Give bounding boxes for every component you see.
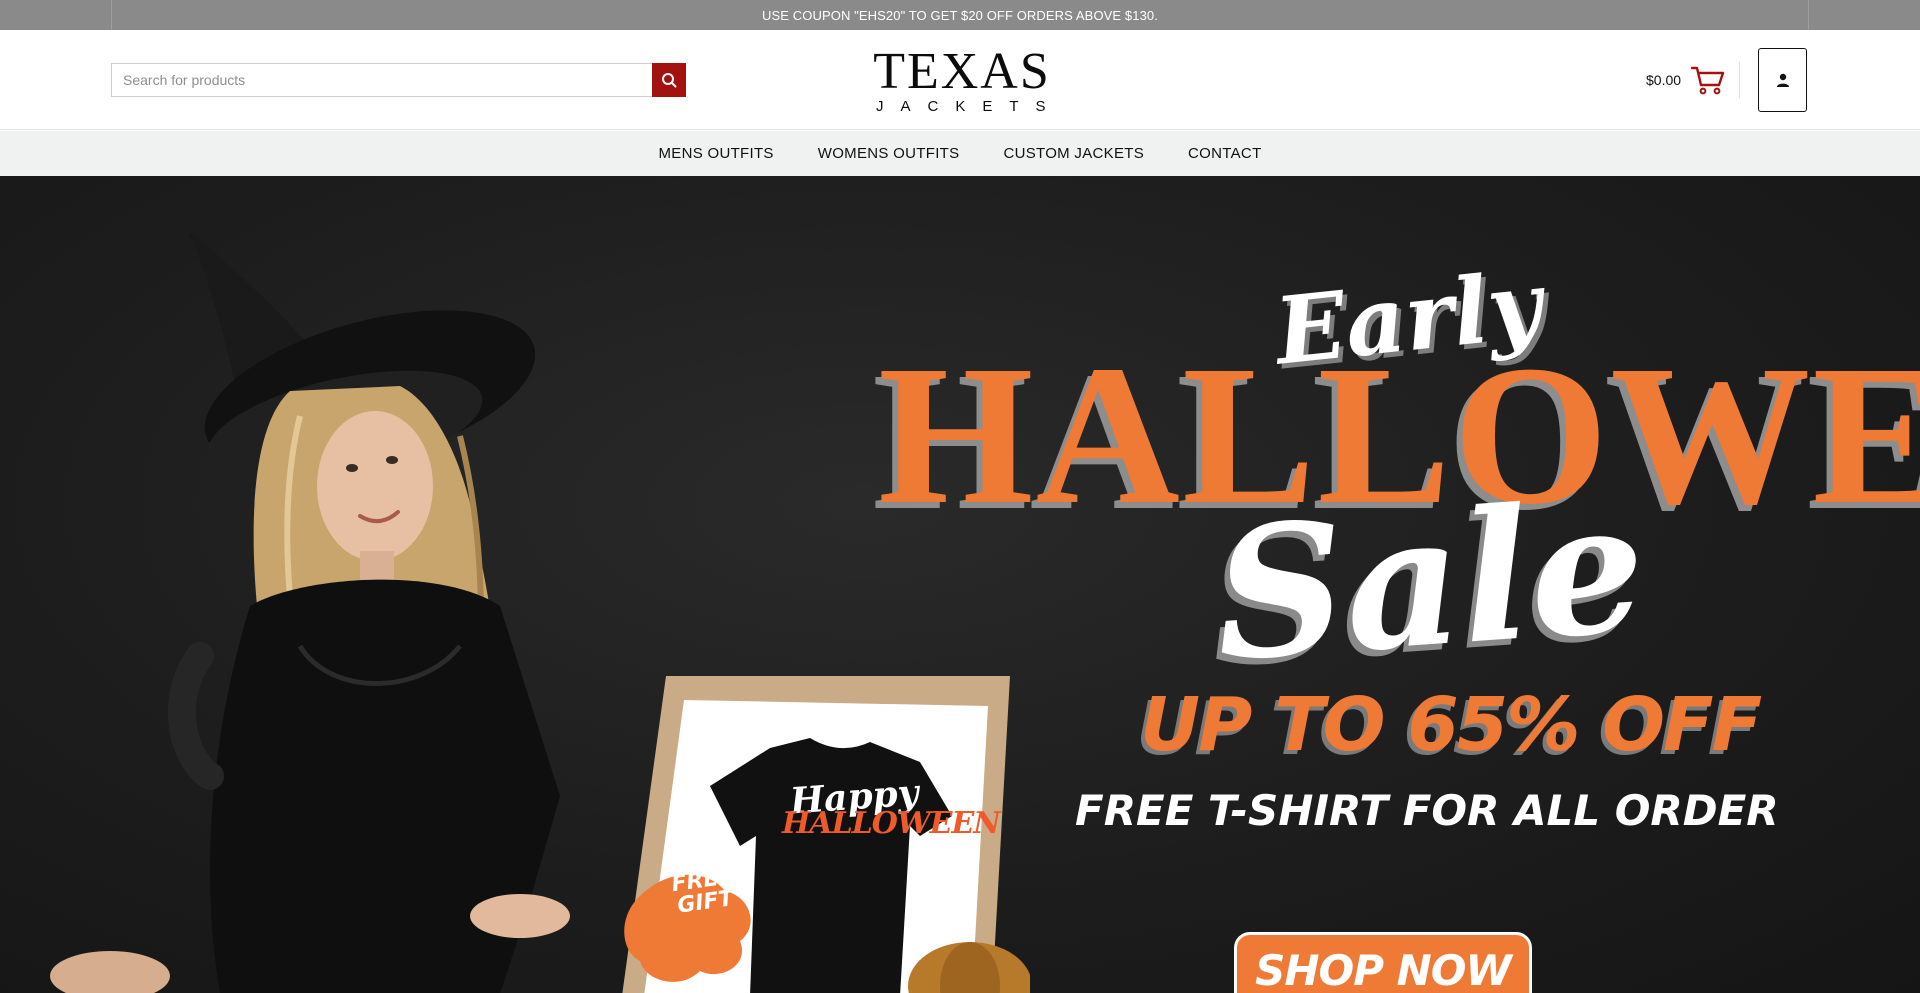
logo-title: TEXAS [873, 43, 1051, 100]
main-nav: MENS OUTFITS WOMENS OUTFITS CUSTOM JACKE… [0, 131, 1920, 176]
nav-item-mens-outfits[interactable]: MENS OUTFITS [658, 145, 773, 162]
cart-icon [1691, 66, 1725, 95]
coupon-bar-inner: USE COUPON "EHS20" TO GET $20 OFF ORDERS… [111, 0, 1809, 30]
hero-discount-text: UP TO 65% OFF [1140, 682, 1762, 768]
account-button[interactable] [1758, 48, 1807, 112]
logo-subtitle: JACKETS [876, 98, 1063, 115]
witch-girl-image [50, 228, 570, 993]
search-button[interactable] [652, 63, 686, 97]
search-input[interactable] [111, 63, 652, 97]
nav-item-custom-jackets[interactable]: CUSTOM JACKETS [1003, 145, 1144, 162]
cart-total: $0.00 [1646, 72, 1682, 88]
search-form [111, 63, 686, 97]
nav-item-contact[interactable]: CONTACT [1188, 145, 1261, 162]
shop-now-button[interactable]: SHOP NOW [1234, 932, 1532, 993]
hero-offer-text: FREE T-SHIRT FOR ALL ORDER [1075, 786, 1779, 835]
hero-banner[interactable]: Happy HALLOWEEN FREE GIFT Early HALLOWEE… [0, 176, 1920, 993]
hero-sale-text: Sale [1208, 461, 1652, 702]
shop-now-label: SHOP NOW [1255, 945, 1512, 993]
search-icon [662, 73, 677, 88]
site-logo[interactable]: TEXAS JACKETS [862, 43, 1063, 116]
coupon-bar: USE COUPON "EHS20" TO GET $20 OFF ORDERS… [0, 0, 1920, 30]
nav-item-womens-outfits[interactable]: WOMENS OUTFITS [818, 145, 960, 162]
site-header: TEXAS JACKETS $0.00 [0, 30, 1920, 130]
coupon-text: USE COUPON "EHS20" TO GET $20 OFF ORDERS… [762, 7, 1158, 23]
tshirt-text-halloween: HALLOWEEN [782, 806, 1001, 841]
user-icon [1776, 73, 1789, 87]
header-divider [1739, 62, 1740, 98]
cart-button[interactable]: $0.00 [1646, 60, 1725, 100]
